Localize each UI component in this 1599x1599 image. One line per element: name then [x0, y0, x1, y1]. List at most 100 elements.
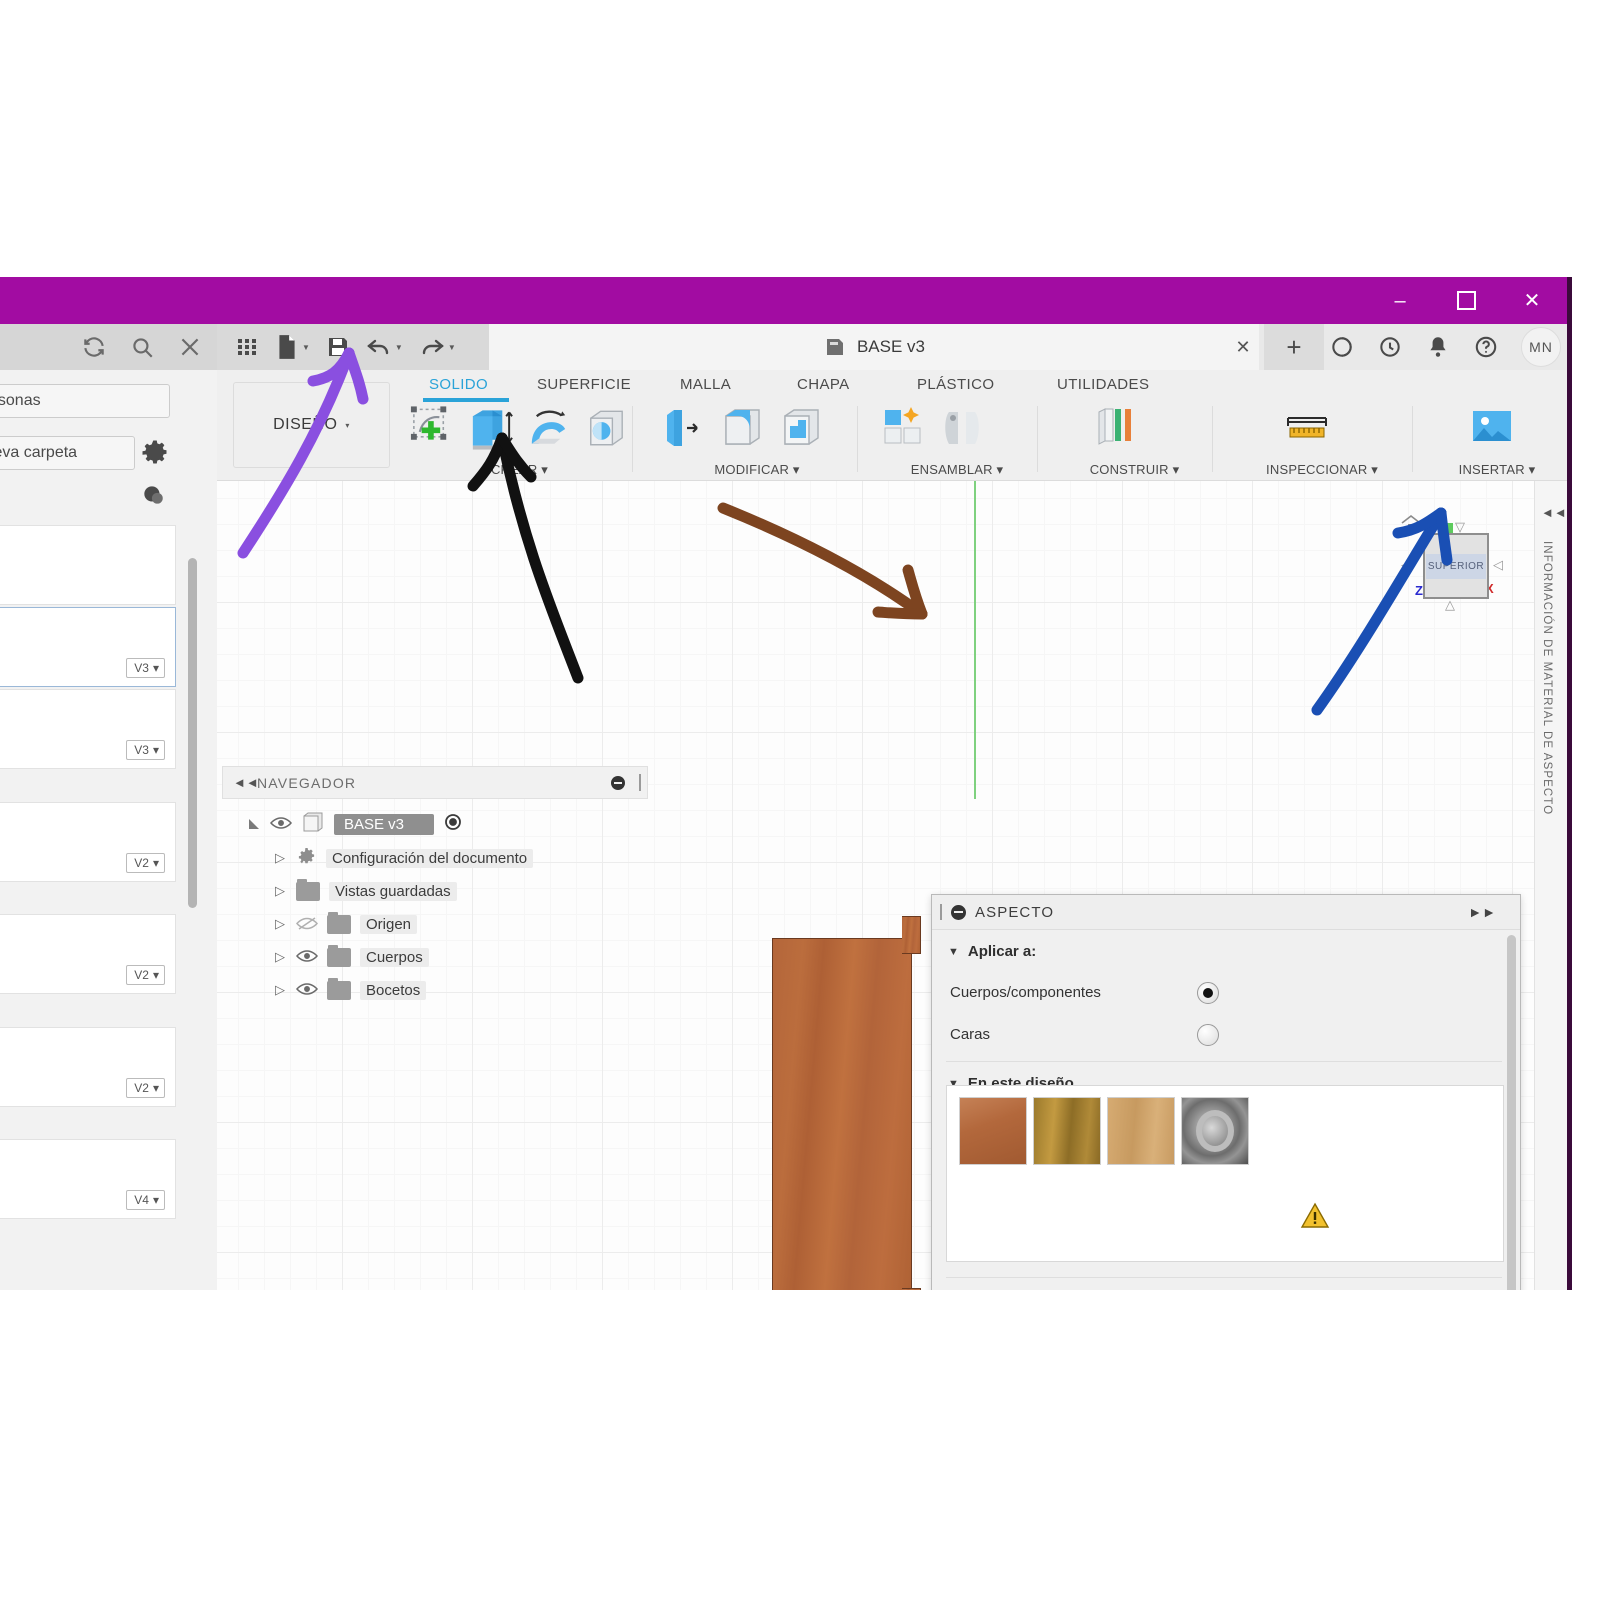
grid-icon[interactable] — [235, 335, 259, 359]
navigator-header[interactable]: ◄◄ NAVEGADOR — [222, 766, 648, 799]
version-chip[interactable]: V2 ▾ — [126, 965, 165, 985]
home-icon[interactable] — [1399, 513, 1423, 540]
birch-wood-swatch[interactable] — [1107, 1097, 1175, 1165]
expand-right-icon[interactable]: ►► — [1468, 904, 1496, 920]
tree-row-root[interactable]: BASE v3 — [247, 809, 463, 839]
version-chip[interactable]: V3 ▾ — [126, 740, 165, 760]
data-card[interactable] — [0, 525, 176, 605]
minimize-icon[interactable] — [951, 904, 966, 920]
view-cube[interactable]: ▽ ◁ ◁ △ Z X SUPERIOR — [1389, 509, 1519, 621]
view-arrow-left-icon[interactable]: ◁ — [1401, 557, 1411, 573]
tree-row-saved-views[interactable]: ▷ Vistas guardadas — [273, 876, 457, 906]
aplicar-a-heading[interactable]: ▼ Aplicar a: — [948, 943, 1036, 960]
redo-icon[interactable]: ▼ — [419, 335, 456, 359]
new-folder-button[interactable]: Nueva carpeta — [0, 436, 135, 470]
gear-icon[interactable] — [140, 438, 170, 473]
aspecto-dialog-scrollbar[interactable] — [1507, 935, 1516, 1290]
sphere-icon[interactable] — [581, 402, 632, 454]
window-close-button[interactable]: ✕ — [1501, 277, 1563, 324]
view-arrow-right-icon[interactable]: ◁ — [1493, 557, 1503, 573]
design-appearances-list[interactable] — [946, 1085, 1504, 1262]
minimize-icon[interactable] — [611, 776, 625, 790]
search-icon[interactable] — [129, 334, 155, 360]
visibility-icon[interactable] — [296, 982, 318, 998]
data-card[interactable]: V3 ▾ — [0, 689, 176, 769]
create-sketch-icon[interactable] — [407, 402, 458, 454]
data-card-selected[interactable]: V3 ▾ — [0, 607, 176, 687]
oak-wood-swatch[interactable] — [1033, 1097, 1101, 1165]
visibility-off-icon[interactable] — [296, 916, 318, 932]
panel-grip[interactable] — [639, 774, 641, 791]
radio-cuerpos-componentes-input[interactable] — [1197, 982, 1219, 1004]
chrome-metal-swatch[interactable] — [1181, 1097, 1249, 1165]
view-cube-face[interactable]: SUPERIOR — [1423, 533, 1489, 599]
window-minimize-button[interactable]: – — [1369, 277, 1431, 324]
people-button[interactable]: Personas — [0, 384, 170, 418]
fillet-icon[interactable] — [716, 402, 768, 454]
data-card[interactable]: V2 ▾ — [0, 914, 176, 994]
workspace-switcher-button[interactable]: DISEÑO ▾ — [233, 382, 390, 468]
notifications-icon[interactable] — [1425, 334, 1451, 360]
radio-caras-input[interactable] — [1197, 1024, 1219, 1046]
panel-grip[interactable] — [940, 904, 942, 920]
version-chip[interactable]: V3 ▾ — [126, 658, 165, 678]
insert-image-icon[interactable] — [1467, 402, 1519, 454]
undo-icon[interactable]: ▼ — [366, 335, 403, 359]
job-status-icon[interactable] — [1329, 334, 1355, 360]
revolve-icon[interactable] — [523, 402, 574, 454]
new-component-icon[interactable] — [877, 402, 929, 454]
avatar[interactable]: MN — [1521, 327, 1561, 367]
offset-plane-icon[interactable] — [1091, 402, 1143, 454]
tree-row-sketches[interactable]: ▷ Bocetos — [273, 975, 427, 1005]
expand-triangle-icon[interactable]: ▷ — [273, 883, 287, 899]
ribbon-tab-utilidades[interactable]: UTILIDADES — [1057, 376, 1149, 393]
ribbon-tab-chapa[interactable]: CHAPA — [797, 376, 850, 393]
version-chip[interactable]: V4 ▾ — [126, 1190, 165, 1210]
shell-icon[interactable] — [775, 402, 827, 454]
cherry-wood-swatch[interactable] — [959, 1097, 1027, 1165]
data-card[interactable]: V4 ▾ — [0, 1139, 176, 1219]
save-icon[interactable] — [326, 335, 350, 359]
tree-row-bodies[interactable]: ▷ Cuerpos — [273, 942, 429, 972]
ribbon-tab-plastico[interactable]: PLÁSTICO — [917, 376, 994, 393]
extrude-icon[interactable] — [465, 402, 516, 454]
ribbon-tab-solido[interactable]: SOLIDO — [429, 376, 488, 393]
expand-triangle-icon[interactable]: ▷ — [273, 949, 287, 965]
viewport-canvas[interactable]: ◄◄ NAVEGADOR BASE v3 ▷ Configuración del… — [217, 481, 1567, 1290]
recent-icon[interactable] — [1377, 334, 1403, 360]
collapse-left-icon[interactable]: ◄◄ — [233, 775, 259, 790]
joint-icon[interactable] — [936, 402, 988, 454]
new-tab-button[interactable]: + — [1264, 324, 1324, 370]
file-icon[interactable]: ▼ — [275, 334, 310, 360]
visibility-icon[interactable] — [270, 816, 292, 832]
model-body[interactable] — [772, 916, 921, 1290]
expand-triangle-icon[interactable] — [247, 817, 261, 831]
globe-icon[interactable] — [140, 482, 166, 513]
measure-icon[interactable] — [1282, 402, 1334, 454]
data-card[interactable]: V2 ▾ — [0, 1027, 176, 1107]
close-icon[interactable] — [177, 334, 203, 360]
tree-row-origin[interactable]: ▷ Origen — [273, 909, 418, 939]
version-chip[interactable]: V2 ▾ — [126, 1078, 165, 1098]
collapse-right-icon[interactable]: ◄◄ — [1541, 505, 1567, 520]
expand-triangle-icon[interactable]: ▷ — [273, 982, 287, 998]
tree-row-document-settings[interactable]: ▷ Configuración del documento — [273, 843, 534, 873]
activate-component-icon[interactable] — [443, 812, 463, 836]
appearance-info-rail[interactable]: ◄◄ INFORMACIÓN DE MATERIAL DE ASPECTO — [1534, 481, 1567, 1290]
expand-triangle-icon[interactable]: ▷ — [273, 850, 287, 866]
expand-triangle-icon[interactable]: ▷ — [273, 916, 287, 932]
document-tab-close-button[interactable]: ✕ — [1231, 335, 1255, 359]
version-chip[interactable]: V2 ▾ — [126, 853, 165, 873]
view-arrow-up-icon[interactable]: △ — [1445, 597, 1455, 613]
refresh-icon[interactable] — [81, 334, 107, 360]
ribbon-tab-superficie[interactable]: SUPERFICIE — [537, 376, 631, 393]
warning-icon[interactable] — [1300, 1202, 1330, 1234]
ribbon-tab-malla[interactable]: MALLA — [680, 376, 731, 393]
data-card[interactable]: V2 ▾ — [0, 802, 176, 882]
aspecto-dialog-header[interactable]: ASPECTO ►► — [932, 895, 1520, 930]
window-maximize-button[interactable] — [1435, 277, 1497, 324]
help-icon[interactable] — [1473, 334, 1499, 360]
document-tab[interactable]: BASE v3 — [489, 324, 1259, 370]
visibility-icon[interactable] — [296, 949, 318, 965]
data-panel-scrollbar[interactable] — [188, 558, 197, 908]
